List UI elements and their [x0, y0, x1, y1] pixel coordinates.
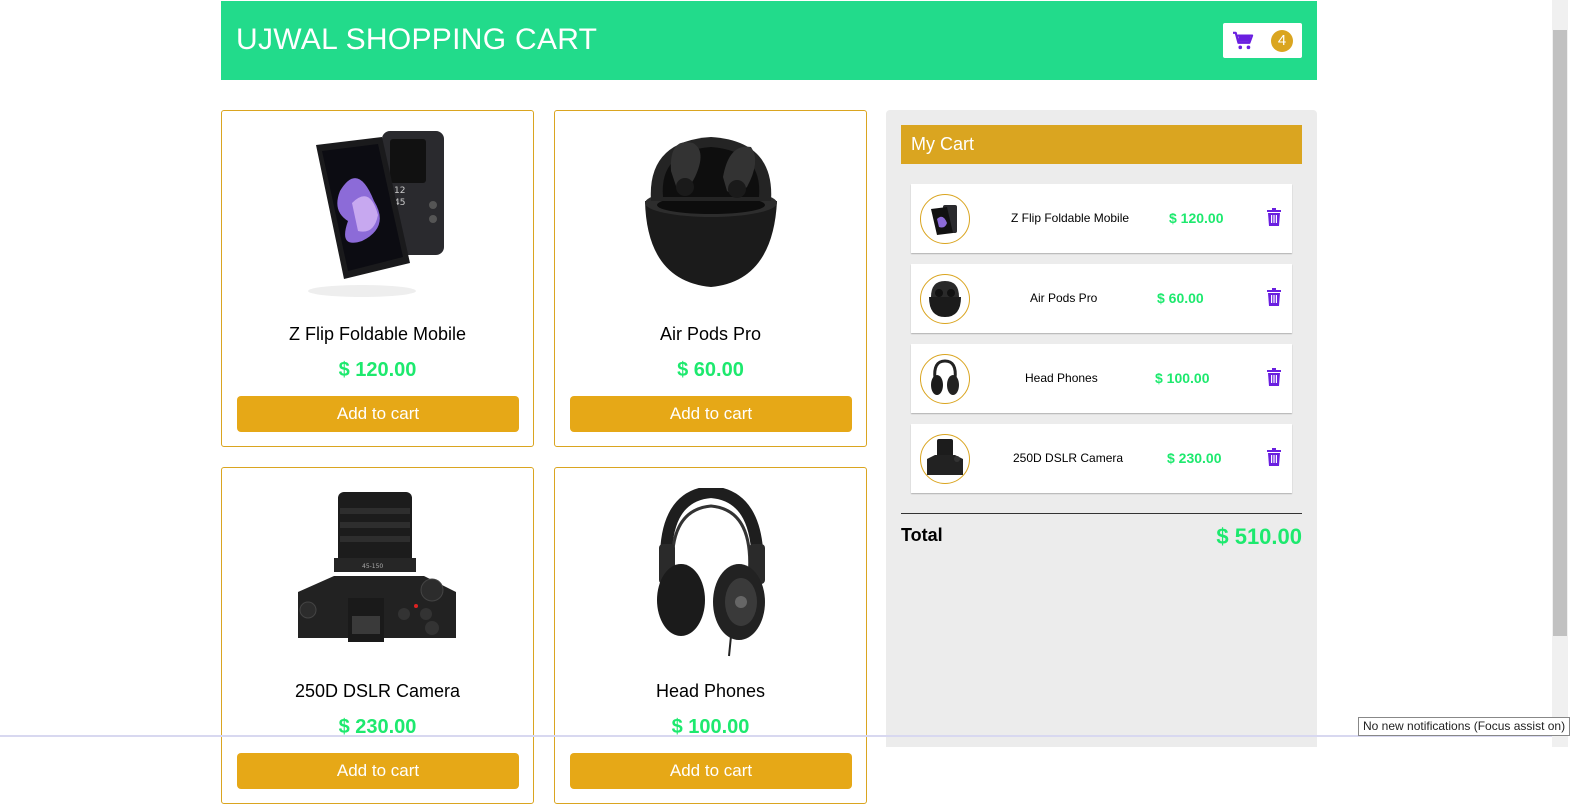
add-to-cart-button[interactable]: Add to cart	[570, 753, 852, 789]
product-name: 250D DSLR Camera	[294, 681, 461, 701]
cart-item-thumbnail	[920, 274, 970, 324]
cart-item-thumbnail	[920, 194, 970, 244]
cart-divider	[901, 513, 1302, 514]
cart-item-name: Z Flip Foldable Mobile	[1011, 211, 1130, 225]
trash-icon[interactable]	[1266, 448, 1282, 466]
product-price: $ 120.00	[338, 359, 417, 381]
total-label: Total	[901, 525, 943, 545]
cart-item-price: $ 60.00	[1157, 290, 1204, 306]
cart-item-thumbnail	[920, 354, 970, 404]
add-to-cart-button[interactable]: Add to cart	[237, 753, 519, 789]
foldable-phone-image: 12 45	[308, 131, 444, 297]
taskbar-edge	[0, 735, 1552, 737]
cart-panel: My Cart Z Flip Foldable Mobile $ 120.00 …	[886, 110, 1317, 747]
headphones-image	[657, 488, 765, 657]
cart-item: Head Phones $ 100.00	[911, 344, 1292, 413]
cart-button[interactable]: 4	[1223, 23, 1302, 58]
cart-item-price: $ 230.00	[1167, 450, 1222, 466]
svg-text:45-150: 45-150	[362, 563, 383, 570]
camera-image: 45-150	[298, 492, 456, 642]
product-card: 45-150 250D DSLR Camera $ 230.00 Add to …	[221, 467, 534, 804]
add-to-cart-button[interactable]: Add to cart	[237, 396, 519, 432]
product-card: 12 45 Z Flip Foldable Mobile $ 120.00 Ad…	[221, 110, 534, 447]
product-name: Head Phones	[655, 681, 766, 701]
cart-item: 250D DSLR Camera $ 230.00	[911, 424, 1292, 493]
cart-count-badge: 4	[1271, 30, 1293, 52]
product-name: Z Flip Foldable Mobile	[288, 324, 467, 344]
cart-item-price: $ 120.00	[1169, 210, 1224, 226]
earbuds-image	[645, 137, 777, 287]
cart-item-name: Air Pods Pro	[1030, 291, 1098, 305]
cart-item-name: Head Phones	[1025, 371, 1098, 385]
scrollbar-thumb[interactable]	[1553, 30, 1567, 636]
cart-item-thumbnail	[920, 434, 970, 484]
cart-item-name: 250D DSLR Camera	[1013, 451, 1124, 465]
cart-title: My Cart	[901, 125, 1302, 164]
cart-item: Air Pods Pro $ 60.00	[911, 264, 1292, 333]
product-name: Air Pods Pro	[659, 324, 762, 344]
product-price: $ 60.00	[677, 359, 744, 381]
svg-text:12: 12	[394, 186, 405, 196]
product-card: Head Phones $ 100.00 Add to cart	[554, 467, 867, 804]
cart-item: Z Flip Foldable Mobile $ 120.00	[911, 184, 1292, 253]
app-title: UJWAL SHOPPING CART	[236, 23, 598, 56]
product-card: Air Pods Pro $ 60.00 Add to cart	[554, 110, 867, 447]
trash-icon[interactable]	[1266, 368, 1282, 386]
app-header: UJWAL SHOPPING CART 4	[221, 1, 1317, 80]
shopping-cart-icon	[1233, 31, 1254, 50]
notification-tooltip: No new notifications (Focus assist on)	[1358, 717, 1571, 736]
trash-icon[interactable]	[1266, 288, 1282, 306]
add-to-cart-button[interactable]: Add to cart	[570, 396, 852, 432]
total-value: $ 510.00	[1216, 524, 1302, 549]
cart-item-price: $ 100.00	[1155, 370, 1210, 386]
trash-icon[interactable]	[1266, 208, 1282, 226]
